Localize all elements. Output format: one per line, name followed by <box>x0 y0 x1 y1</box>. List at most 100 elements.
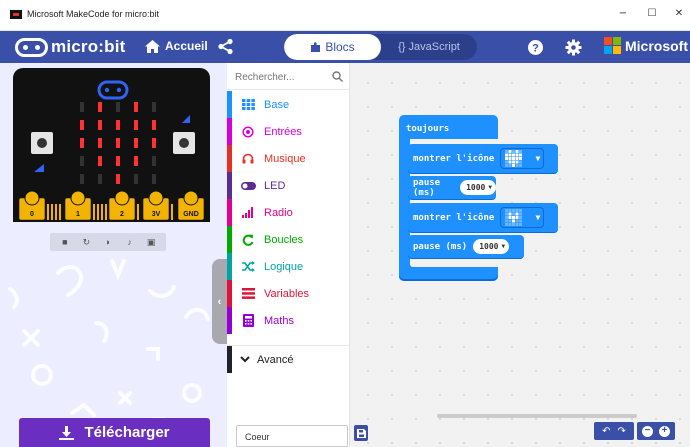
microsoft-squares-icon <box>604 37 621 54</box>
category-radio-label: Radio <box>264 206 293 219</box>
home-label: Accueil <box>165 39 208 53</box>
minimize-button[interactable]: − <box>614 6 632 22</box>
workspace-scrollbar[interactable] <box>437 414 637 418</box>
pause-block-1[interactable]: pause (ms) 1000 ▼ <box>408 176 496 199</box>
target-icon <box>237 125 259 138</box>
tab-blocks[interactable]: Blocs <box>284 34 381 60</box>
svg-text:?: ? <box>532 43 539 55</box>
shuffle-icon <box>237 261 259 272</box>
home-icon <box>145 39 160 53</box>
audio-icon[interactable]: ♪ <box>123 237 137 247</box>
category-logic-label: Logique <box>264 260 304 273</box>
app-icon <box>10 10 22 19</box>
grid-icon <box>237 99 259 110</box>
tab-javascript[interactable]: {} JavaScript <box>381 34 477 60</box>
close-button[interactable]: ✕ <box>670 6 688 22</box>
caret-down-icon: ▼ <box>535 154 541 163</box>
category-inputs[interactable]: Entrées <box>227 118 350 145</box>
category-base[interactable]: Base <box>227 91 350 118</box>
pause-value: 1000 <box>479 242 499 251</box>
chevron-left-icon: ‹ <box>217 295 222 308</box>
microsoft-logo[interactable]: Microsoft <box>604 37 688 54</box>
pause-value-field-1[interactable]: 1000 ▼ <box>460 180 496 195</box>
microbit-logo-icon <box>15 37 48 57</box>
category-inputs-label: Entrées <box>264 125 302 138</box>
settings-gear-icon[interactable] <box>565 39 582 56</box>
microbit-logo[interactable]: micro:bit <box>15 37 126 57</box>
save-button[interactable] <box>354 425 368 441</box>
screenshot-icon[interactable]: ▣ <box>144 237 158 248</box>
signal-icon <box>237 207 259 218</box>
workspace-tools: ↶ ↷ − + <box>594 422 675 440</box>
pin-gnd-label: GND <box>183 211 199 218</box>
caret-down-icon: ▼ <box>488 184 492 191</box>
pause-value-field-2[interactable]: 1000 ▼ <box>473 239 510 254</box>
simulator-panel: 0 1 2 3V GND ■ ↻ ◗ ♪ ▣ ‹ <box>0 63 227 447</box>
category-music-label: Musique <box>264 152 306 165</box>
category-logic[interactable]: Logique <box>227 253 350 280</box>
category-variables[interactable]: Variables <box>227 280 350 307</box>
stop-icon[interactable]: ■ <box>58 237 72 247</box>
tab-javascript-label: {} JavaScript <box>398 41 460 53</box>
zoom-group: − + <box>637 422 675 440</box>
zoom-in-icon[interactable]: + <box>659 425 670 437</box>
category-music[interactable]: Musique <box>227 145 350 172</box>
tab-blocks-label: Blocs <box>325 40 355 54</box>
caret-down-icon: ▼ <box>501 243 506 250</box>
app-header: micro:bit Accueil Blocs {} JavaScript ? <box>0 31 690 63</box>
slow-motion-icon[interactable]: ◗ <box>101 237 115 247</box>
search-icon[interactable] <box>332 71 343 82</box>
save-icon <box>356 428 366 438</box>
lines-icon <box>237 288 259 299</box>
show-icon-label: montrer l'icône <box>413 212 495 223</box>
download-button[interactable]: Télécharger <box>19 418 210 447</box>
puzzle-icon <box>311 41 321 52</box>
icon-dropdown-2[interactable]: ▼ <box>500 207 545 228</box>
category-advanced-label: Avancé <box>257 353 294 366</box>
category-advanced[interactable]: Avancé <box>227 345 350 373</box>
category-maths[interactable]: Maths <box>227 307 350 334</box>
simulator-controls: ■ ↻ ◗ ♪ ▣ <box>50 233 166 251</box>
pin-0-label: 0 <box>30 211 34 218</box>
small-heart-icon <box>505 209 523 226</box>
window-title: Microsoft MakeCode for micro:bit <box>27 9 160 19</box>
category-radio[interactable]: Radio <box>227 199 350 226</box>
project-name-value: Coeur <box>245 432 270 442</box>
redo-icon[interactable]: ↷ <box>618 426 626 437</box>
show-icon-block-2[interactable]: montrer l'icône ▼ <box>408 203 558 232</box>
forever-label: toujours <box>406 124 450 134</box>
toggle-icon <box>237 181 259 190</box>
category-led[interactable]: LED <box>227 172 350 199</box>
download-label: Télécharger <box>84 424 170 441</box>
zoom-out-icon[interactable]: − <box>642 425 653 437</box>
category-variables-label: Variables <box>264 287 310 300</box>
chevron-down-icon <box>240 356 250 363</box>
project-name-input[interactable]: Coeur <box>236 425 348 447</box>
undo-icon[interactable]: ↶ <box>602 426 610 437</box>
share-icon[interactable] <box>217 38 234 55</box>
collapse-simulator-button[interactable]: ‹ <box>212 259 227 344</box>
category-loops-label: Boucles <box>264 233 304 246</box>
microbit-board[interactable]: 0 1 2 3V GND <box>13 68 210 222</box>
category-led-label: LED <box>264 179 286 192</box>
heart-icon <box>505 150 523 167</box>
pause-block-2[interactable]: pause (ms) 1000 ▼ <box>408 235 524 258</box>
logo-text: micro:bit <box>51 37 126 56</box>
pause-value: 1000 <box>466 183 486 192</box>
icon-dropdown-1[interactable]: ▼ <box>500 148 545 169</box>
window-titlebar: Microsoft MakeCode for micro:bit − ☐ ✕ <box>0 0 690 31</box>
maximize-button[interactable]: ☐ <box>643 6 661 22</box>
restart-icon[interactable]: ↻ <box>79 237 93 248</box>
show-icon-block-1[interactable]: montrer l'icône ▼ <box>408 144 558 173</box>
pause-label: pause (ms) <box>413 177 441 198</box>
category-loops[interactable]: Boucles <box>227 226 350 253</box>
pin-2-label: 2 <box>120 211 124 218</box>
search-input[interactable] <box>235 69 330 85</box>
help-icon[interactable]: ? <box>527 39 544 56</box>
undo-redo-group: ↶ ↷ <box>594 422 634 440</box>
toolbox-search <box>227 63 350 90</box>
edge-connector: 0 1 2 3V GND <box>13 186 210 222</box>
category-base-label: Base <box>264 98 290 111</box>
home-button[interactable]: Accueil <box>145 39 208 53</box>
microsoft-label: Microsoft <box>625 37 688 54</box>
